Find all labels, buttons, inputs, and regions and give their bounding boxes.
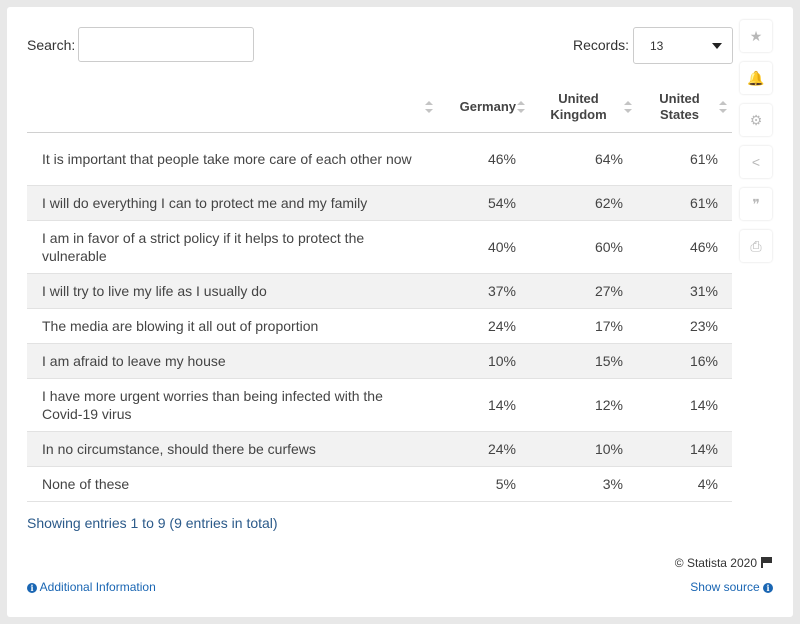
- cell-value: 16%: [637, 343, 732, 379]
- table-row: In no circumstance, should there be curf…: [27, 431, 732, 467]
- cell-value: 27%: [530, 273, 637, 309]
- data-table: Germany United Kingdom United States It …: [27, 81, 732, 502]
- cell-value: 3%: [530, 466, 637, 502]
- show-source-link[interactable]: Show source i: [690, 580, 773, 594]
- row-label: It is important that people take more ca…: [27, 132, 438, 186]
- cell-value: 14%: [637, 431, 732, 467]
- row-label: I will do everything I can to protect me…: [27, 185, 438, 221]
- row-label: I will try to live my life as I usually …: [27, 273, 438, 309]
- column-header-germany-text: Germany: [459, 98, 516, 114]
- cell-value: 61%: [637, 185, 732, 221]
- row-label: In no circumstance, should there be curf…: [27, 431, 438, 467]
- cell-value: 62%: [530, 185, 637, 221]
- table-header-row: Germany United Kingdom United States: [27, 81, 732, 133]
- table-row: It is important that people take more ca…: [27, 132, 732, 186]
- table-row: None of these 5% 3% 4%: [27, 466, 732, 502]
- gear-icon[interactable]: ⚙: [740, 104, 772, 136]
- table-row: I am in favor of a strict policy if it h…: [27, 220, 732, 274]
- cell-value: 10%: [438, 343, 530, 379]
- row-label: I have more urgent worries than being in…: [27, 378, 438, 432]
- table-row: I am afraid to leave my house 10% 15% 16%: [27, 343, 732, 379]
- info-icon: i: [763, 583, 773, 593]
- additional-information-link[interactable]: i Additional Information: [27, 580, 156, 594]
- column-header-uk-text: United Kingdom: [550, 90, 607, 122]
- row-label: The media are blowing it all out of prop…: [27, 308, 438, 344]
- additional-information-text: Additional Information: [39, 580, 156, 594]
- column-header-uk[interactable]: United Kingdom: [530, 81, 637, 133]
- column-header-germany[interactable]: Germany: [438, 81, 530, 133]
- cell-value: 5%: [438, 466, 530, 502]
- cell-value: 40%: [438, 220, 530, 274]
- sort-icon[interactable]: [517, 100, 525, 113]
- chevron-down-icon: [712, 43, 722, 49]
- sort-icon[interactable]: [425, 100, 433, 113]
- table-row: I will try to live my life as I usually …: [27, 273, 732, 309]
- show-source-text: Show source: [690, 580, 760, 594]
- cell-value: 31%: [637, 273, 732, 309]
- cell-value: 46%: [637, 220, 732, 274]
- sort-icon[interactable]: [719, 100, 727, 113]
- table-row: The media are blowing it all out of prop…: [27, 308, 732, 344]
- sort-icon[interactable]: [624, 100, 632, 113]
- cell-value: 4%: [637, 466, 732, 502]
- flag-icon[interactable]: [761, 557, 773, 568]
- column-header-label[interactable]: [27, 81, 438, 133]
- info-icon: i: [27, 583, 37, 593]
- cell-value: 23%: [637, 308, 732, 344]
- cell-value: 17%: [530, 308, 637, 344]
- row-label: None of these: [27, 466, 438, 502]
- cell-value: 15%: [530, 343, 637, 379]
- statista-card: Search: Records: 13 Germany United Kingd…: [7, 7, 793, 617]
- star-icon[interactable]: ★: [740, 20, 772, 52]
- row-label: I am afraid to leave my house: [27, 343, 438, 379]
- quote-icon[interactable]: ❞: [740, 188, 772, 220]
- entries-summary: Showing entries 1 to 9 (9 entries in tot…: [27, 515, 278, 531]
- table-body: It is important that people take more ca…: [27, 132, 732, 502]
- records-value: 13: [650, 39, 664, 53]
- cell-value: 64%: [530, 132, 637, 186]
- cell-value: 60%: [530, 220, 637, 274]
- column-header-us-text: United States: [659, 90, 700, 122]
- records-label: Records:: [573, 37, 630, 53]
- cell-value: 46%: [438, 132, 530, 186]
- table-row: I have more urgent worries than being in…: [27, 378, 732, 432]
- bell-icon[interactable]: 🔔: [740, 62, 772, 94]
- copyright: © Statista 2020: [675, 556, 773, 570]
- cell-value: 14%: [637, 378, 732, 432]
- cell-value: 54%: [438, 185, 530, 221]
- row-label: I am in favor of a strict policy if it h…: [27, 220, 438, 274]
- copyright-text: © Statista 2020: [674, 556, 757, 570]
- records-select[interactable]: 13: [633, 27, 733, 64]
- search-input[interactable]: [78, 27, 254, 62]
- cell-value: 24%: [438, 308, 530, 344]
- search-label: Search:: [27, 37, 76, 53]
- cell-value: 14%: [438, 378, 530, 432]
- cell-value: 24%: [438, 431, 530, 467]
- column-header-us[interactable]: United States: [637, 81, 732, 133]
- table-row: I will do everything I can to protect me…: [27, 185, 732, 221]
- share-icon[interactable]: <: [740, 146, 772, 178]
- cell-value: 10%: [530, 431, 637, 467]
- print-icon[interactable]: ⎙: [740, 230, 772, 262]
- cell-value: 12%: [530, 378, 637, 432]
- cell-value: 61%: [637, 132, 732, 186]
- cell-value: 37%: [438, 273, 530, 309]
